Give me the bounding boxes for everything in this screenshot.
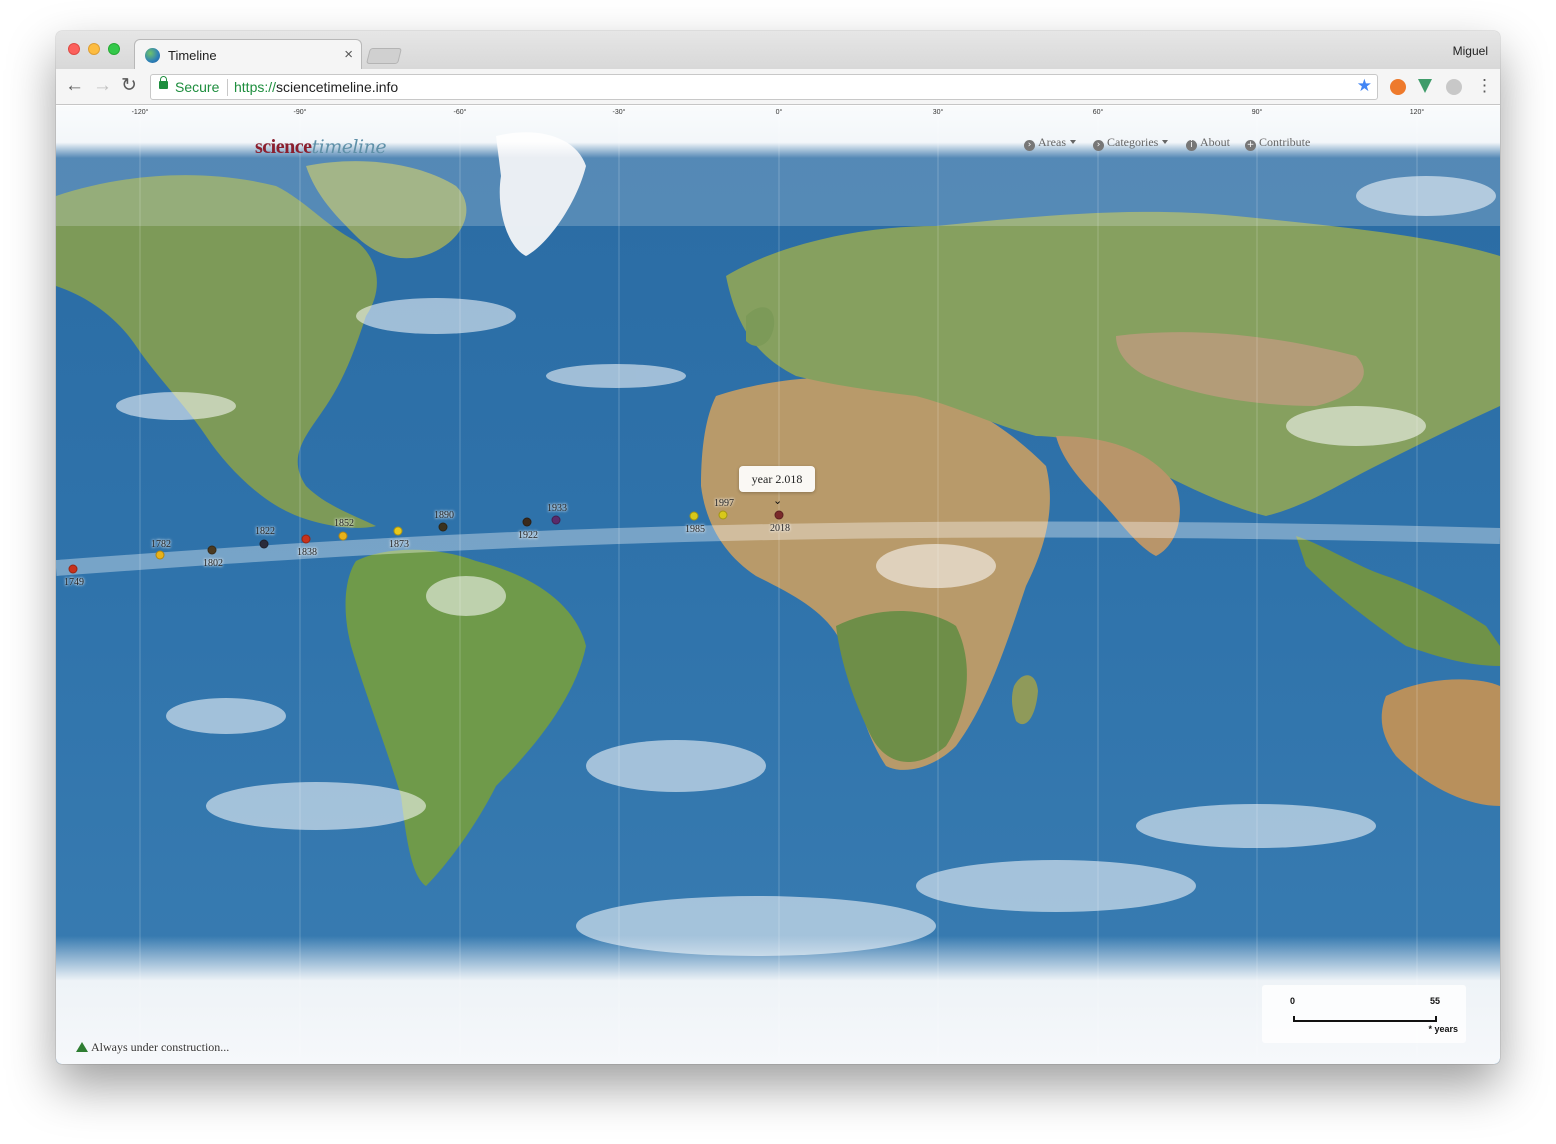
timeline-event-year: 1782 [151, 539, 171, 550]
menu-contribute[interactable]: + Contribute [1245, 135, 1310, 151]
address-bar[interactable]: Secure https://sciencetimeline.info ★ [150, 74, 1378, 100]
chrome-menu-icon[interactable]: ⋮ [1476, 74, 1493, 98]
site-logo[interactable]: sciencetimeline [255, 136, 387, 159]
timeline-event-dot[interactable] [68, 564, 78, 574]
menu-contribute-label: Contribute [1259, 135, 1311, 149]
timeline-event-year: 1838 [297, 547, 317, 558]
longitude-label: -120° [131, 109, 149, 116]
menu-categories-label: Categories [1107, 135, 1159, 149]
close-tab-icon[interactable]: × [344, 46, 353, 63]
timeline-event-dot[interactable] [718, 510, 728, 520]
timeline-event-dot[interactable] [774, 510, 784, 520]
menu-areas-label: Areas [1038, 135, 1066, 149]
scale-bar [1293, 1016, 1437, 1022]
title-bar: Timeline × Miguel [56, 31, 1500, 70]
profile-name[interactable]: Miguel [1453, 44, 1488, 58]
timeline-event-dot[interactable] [393, 526, 403, 536]
secure-label: Secure [175, 79, 220, 95]
page-viewport: -120° -90° -60° -30° 0° 30° 60° 90° 120°… [56, 106, 1500, 1064]
site-header: -120° -90° -60° -30° 0° 30° 60° 90° 120°… [56, 106, 1500, 158]
longitude-label: 120° [1409, 109, 1425, 116]
browser-window: Timeline × Miguel ← → ↻ Secure https://s… [56, 31, 1500, 1064]
chevron-down-icon[interactable]: ⌄ [773, 494, 782, 507]
timeline-event-year: 1852 [334, 518, 354, 529]
logo-science: science [255, 136, 312, 158]
url-text[interactable]: https://sciencetimeline.info [234, 79, 398, 95]
maximize-window-button[interactable] [108, 43, 120, 55]
timeline-event-year: 1922 [518, 530, 538, 541]
timeline-event-dot[interactable] [259, 539, 269, 549]
reload-icon[interactable]: ↻ [121, 74, 137, 98]
construction-notice: Always under construction... [76, 1040, 229, 1055]
chevron-circle-icon: › [1093, 140, 1104, 151]
vue-devtools-icon[interactable] [1418, 79, 1432, 93]
longitude-label: 30° [932, 109, 944, 116]
address-separator [227, 79, 228, 96]
longitude-label: -30° [612, 109, 626, 116]
warning-icon [76, 1042, 88, 1052]
timeline-event-year: 1822 [255, 526, 275, 537]
timeline-event-year: 1873 [389, 539, 409, 550]
timeline-event-dot[interactable] [207, 545, 217, 555]
timeline-event-dot[interactable] [338, 531, 348, 541]
compass-extension-icon[interactable] [1446, 79, 1462, 95]
longitude-label: -90° [293, 109, 307, 116]
new-tab-button[interactable] [366, 48, 402, 64]
browser-tab[interactable]: Timeline × [134, 39, 362, 70]
timeline-event-year: 1890 [434, 510, 454, 521]
world-map[interactable] [56, 106, 1500, 1064]
back-arrow-icon[interactable]: ← [65, 74, 84, 98]
timeline-event-dot[interactable] [155, 550, 165, 560]
caret-down-icon [1162, 140, 1169, 144]
menu-areas[interactable]: › Areas [1024, 135, 1076, 151]
forward-arrow-icon[interactable]: → [93, 74, 112, 98]
menu-categories[interactable]: › Categories [1093, 135, 1169, 151]
longitude-label: -60° [453, 109, 467, 116]
info-circle-icon: i [1186, 140, 1197, 151]
timeline-event-dot[interactable] [689, 511, 699, 521]
url-host: sciencetimeline.info [276, 79, 399, 95]
timeline-event-year: 1997 [714, 498, 734, 509]
timeline-event-year: 1985 [685, 524, 705, 535]
scale-units: * years [1428, 1024, 1458, 1034]
construction-text: Always under construction... [91, 1040, 230, 1054]
timeline-event-dot[interactable] [522, 517, 532, 527]
extension-icon[interactable] [1390, 79, 1406, 95]
timeline-event-dot[interactable] [551, 515, 561, 525]
scale-min: 0 [1290, 996, 1296, 1006]
timeline-event-year: 1802 [203, 558, 223, 569]
longitude-label: 0° [775, 109, 783, 116]
timeline-event-dot[interactable] [438, 522, 448, 532]
menu-about[interactable]: i About [1186, 135, 1230, 151]
browser-toolbar: ← → ↻ Secure https://sciencetimeline.inf… [56, 69, 1500, 105]
longitude-label: 60° [1092, 109, 1104, 116]
tab-title: Timeline [168, 48, 217, 63]
menu-about-label: About [1200, 135, 1230, 149]
chevron-circle-icon: › [1024, 140, 1035, 151]
close-window-button[interactable] [68, 43, 80, 55]
timeline-event-year: 2018 [770, 523, 790, 534]
caret-down-icon [1069, 140, 1076, 144]
plus-circle-icon: + [1245, 140, 1256, 151]
timeline-event-year: 1749 [64, 577, 84, 588]
year-tooltip: year 2.018 [739, 466, 815, 492]
bookmark-star-icon[interactable]: ★ [1357, 76, 1372, 96]
scale-max: 55 [1430, 996, 1441, 1006]
logo-timeline: timeline [311, 136, 387, 158]
globe-icon [145, 48, 160, 63]
minimize-window-button[interactable] [88, 43, 100, 55]
scale-legend: 0 55 * years [1262, 985, 1466, 1043]
url-scheme: https:// [234, 79, 277, 95]
longitude-label: 90° [1251, 109, 1263, 116]
timeline-event-year: 1933 [547, 503, 567, 514]
lock-icon [159, 76, 168, 89]
timeline-event-dot[interactable] [301, 534, 311, 544]
